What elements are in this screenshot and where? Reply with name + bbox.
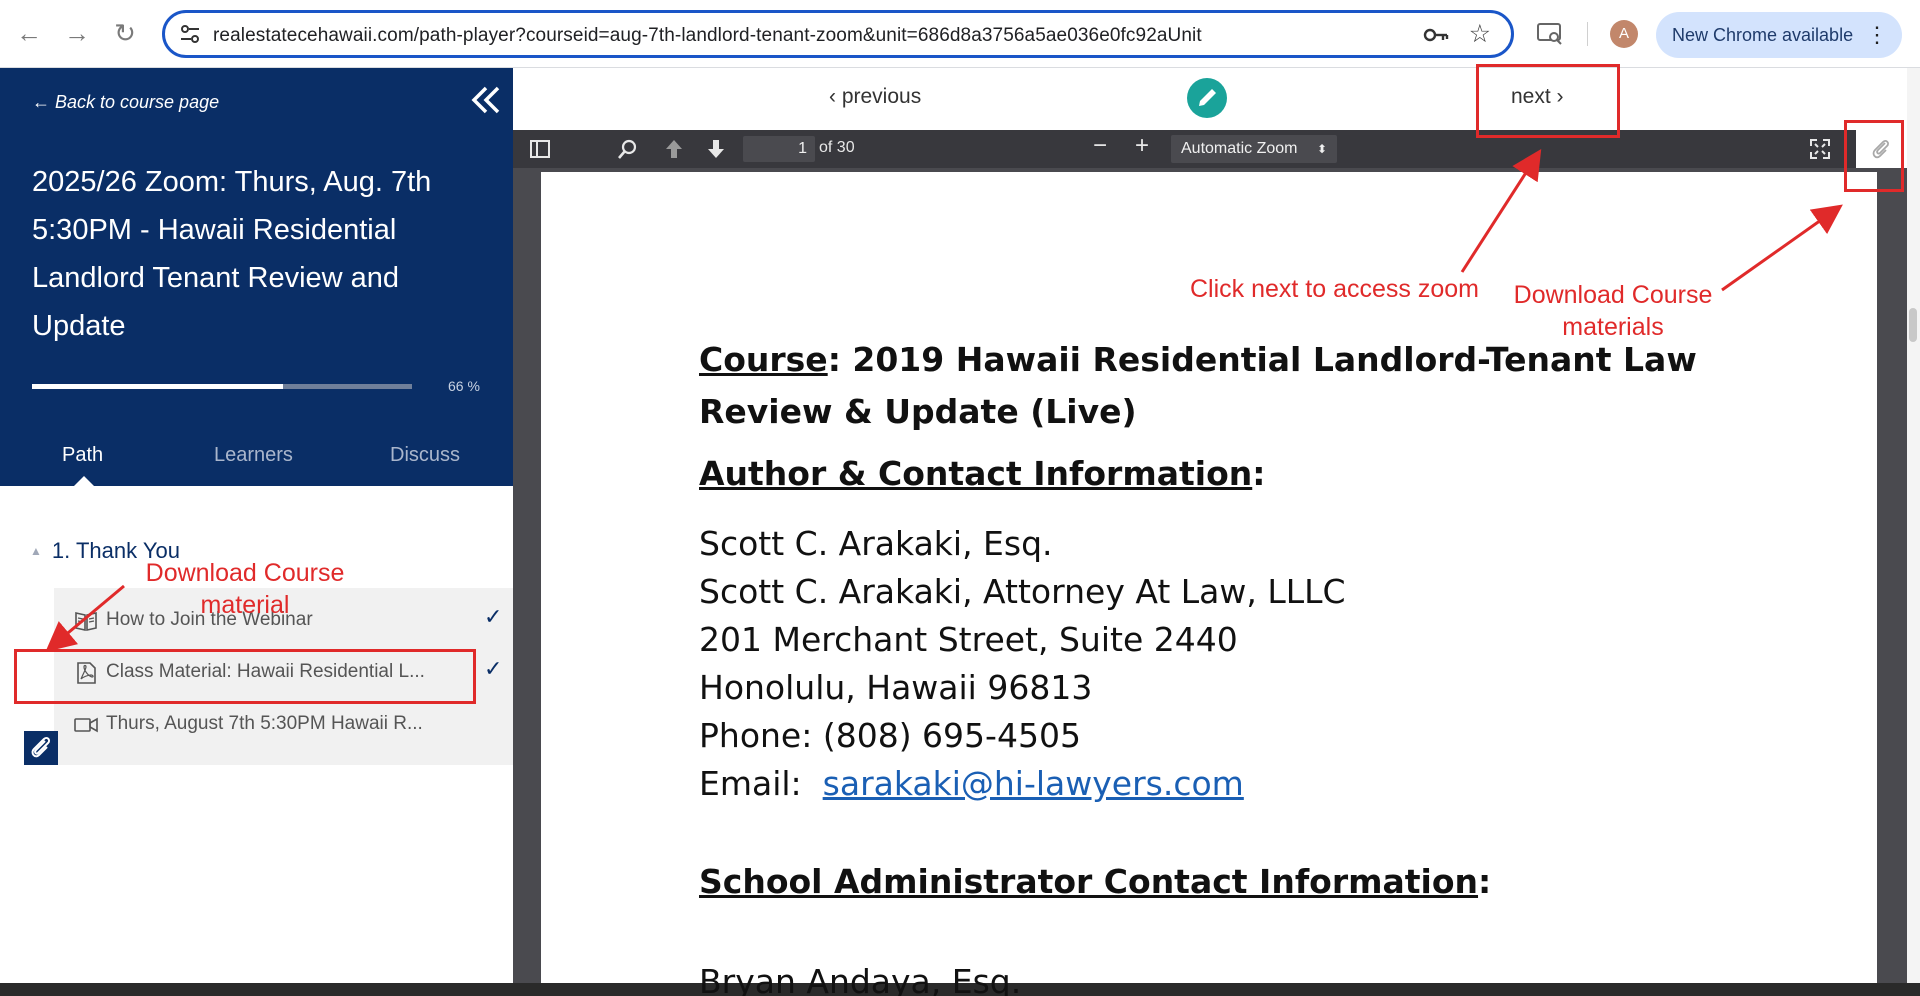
course-progress-fill — [32, 384, 283, 389]
doc-line: 201 Merchant Street, Suite 2440 — [699, 620, 1238, 659]
download-course-annotation-text: Download Course material — [145, 559, 345, 619]
tab-path[interactable]: Path — [62, 444, 103, 467]
zoom-in-icon[interactable]: + — [1135, 132, 1149, 159]
chrome-update-label: New Chrome available — [1672, 25, 1854, 45]
doc-course-text: : 2019 Hawaii Residential Landlord-Tenan… — [699, 340, 1697, 431]
tab-learners[interactable]: Learners — [214, 444, 293, 467]
chrome-update-button[interactable]: New Chrome available ⋮ — [1656, 12, 1902, 58]
doc-course-title: Course: 2019 Hawaii Residential Landlord… — [699, 334, 1739, 438]
page-scrollbar[interactable] — [1907, 68, 1920, 983]
download-attachment-button[interactable] — [24, 731, 58, 765]
email-link[interactable]: sarakaki@hi-lawyers.com — [823, 764, 1244, 803]
video-icon — [74, 717, 98, 733]
fullscreen-icon[interactable] — [1809, 138, 1831, 160]
pdf-toolbar: 1 of 30 − + Automatic Zoom ⬍ — [513, 130, 1907, 168]
collapse-sidebar-icon[interactable] — [470, 84, 502, 116]
zoom-select[interactable]: Automatic Zoom ⬍ — [1171, 135, 1337, 163]
scrollbar-thumb[interactable] — [1909, 308, 1917, 342]
bookmark-star-icon[interactable]: ☆ — [1469, 22, 1491, 47]
next-highlight-box — [1476, 64, 1620, 138]
previous-button[interactable]: ‹ previous — [829, 85, 921, 109]
doc-line: Scott C. Arakaki, Attorney At Law, LLLC — [699, 572, 1346, 611]
doc-school-heading-text: School Administrator Contact Information — [699, 862, 1479, 901]
reload-icon[interactable]: ↻ — [110, 18, 140, 48]
doc-heading-colon: : — [1252, 454, 1266, 493]
next-annotation-text: Click next to access zoom — [1190, 275, 1479, 303]
course-title: 2025/26 Zoom: Thurs, Aug. 7th 5:30PM - H… — [32, 166, 432, 342]
attachments-highlight-box — [1844, 120, 1904, 192]
doc-line: Bryan Andaya, Esq. — [699, 962, 1022, 996]
menu-dots-icon[interactable]: ⋮ — [1866, 12, 1888, 58]
tab-discuss[interactable]: Discuss — [390, 444, 460, 467]
next-page-icon[interactable] — [705, 138, 727, 160]
toolbar-divider — [1587, 22, 1588, 46]
back-to-course-link[interactable]: ← Back to course page — [32, 92, 219, 113]
edit-notes-button[interactable] — [1187, 78, 1227, 118]
zoom-select-value: Automatic Zoom — [1181, 140, 1298, 157]
paperclip-icon — [31, 736, 51, 758]
doc-email-label: Email: — [699, 764, 823, 803]
list-item[interactable]: Thurs, August 7th 5:30PM Hawaii R... — [54, 698, 513, 750]
section-collapse-caret-icon[interactable]: ▲ — [30, 544, 42, 558]
site-settings-icon[interactable] — [179, 24, 201, 44]
key-icon[interactable] — [1423, 25, 1449, 45]
forward-arrow-icon[interactable]: → — [62, 18, 92, 48]
chevron-updown-icon: ⬍ — [1316, 142, 1327, 156]
doc-line: Scott C. Arakaki, Esq. — [699, 524, 1053, 563]
back-arrow-icon[interactable]: ← — [14, 18, 44, 48]
course-progress-bar — [32, 384, 412, 389]
previous-page-icon[interactable] — [663, 138, 685, 160]
download-annotation-text: Download Course materials — [1513, 281, 1713, 341]
page-number-input[interactable]: 1 — [743, 136, 815, 162]
browser-toolbar: ← → ↻ realestatecehawaii.com/path-player… — [0, 0, 1920, 68]
doc-author-heading: Author & Contact Information: — [699, 454, 1265, 493]
sidebar-toggle-icon[interactable] — [529, 138, 551, 160]
tab-search-icon[interactable] — [1536, 22, 1564, 46]
course-progress-label: 66 % — [448, 378, 480, 394]
course-sidebar: ← Back to course page 2025/26 Zoom: Thur… — [0, 68, 513, 983]
profile-avatar[interactable]: A — [1610, 20, 1638, 48]
doc-line: Phone: (808) 695-4505 — [699, 716, 1081, 755]
pencil-icon — [1199, 89, 1216, 106]
sidebar-header: ← Back to course page 2025/26 Zoom: Thur… — [0, 68, 513, 486]
zoom-out-icon[interactable]: − — [1093, 132, 1107, 159]
completed-check-icon: ✓ — [484, 656, 503, 681]
book-icon — [75, 612, 97, 631]
doc-author-heading-text: Author & Contact Information — [699, 454, 1253, 493]
completed-check-icon: ✓ — [484, 604, 503, 629]
doc-heading-colon: : — [1478, 862, 1492, 901]
lesson-navigation: ‹ previous next › — [513, 68, 1907, 130]
address-bar[interactable]: realestatecehawaii.com/path-player?cours… — [162, 10, 1514, 58]
doc-school-heading: School Administrator Contact Information… — [699, 862, 1491, 901]
lesson-title[interactable]: Thurs, August 7th 5:30PM Hawaii R... — [106, 713, 451, 735]
find-icon[interactable] — [617, 138, 639, 160]
doc-line: Honolulu, Hawaii 96813 — [699, 668, 1093, 707]
doc-email-line: Email: sarakaki@hi-lawyers.com — [699, 764, 1244, 803]
url-text[interactable]: realestatecehawaii.com/path-player?cours… — [213, 25, 1202, 47]
class-material-highlight-box — [14, 649, 476, 704]
doc-course-label: Course — [699, 340, 828, 379]
active-tab-indicator — [74, 476, 94, 486]
page-count: of 30 — [819, 139, 855, 156]
